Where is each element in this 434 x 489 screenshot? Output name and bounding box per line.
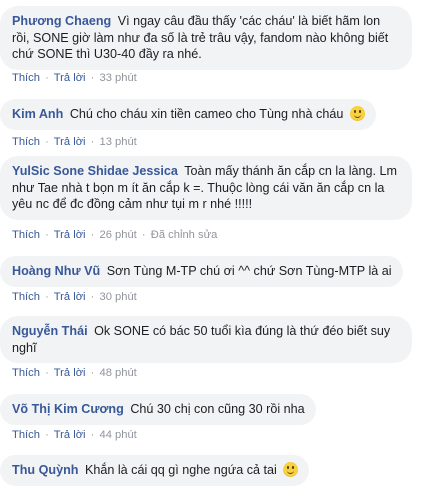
comment-bubble: YulSic Sone Shidae Jessica Toàn mấy thán… — [0, 156, 412, 220]
comment-actions: Thích · Trả lời · 30 phút — [12, 290, 137, 304]
comment-bubble: Võ Thị Kim Cương Chú 30 chị con cũng 30 … — [0, 394, 316, 425]
reply-link[interactable]: Trả lời — [54, 72, 86, 84]
separator: · — [45, 136, 49, 148]
separator: · — [45, 229, 49, 241]
smiling-face-icon — [283, 462, 299, 477]
comment-bubble: Phương Chaeng Vì ngay câu đầu thấy 'các … — [0, 6, 412, 70]
comment-time[interactable]: 13 phút — [99, 136, 136, 148]
comment-author[interactable]: Phương Chaeng — [12, 14, 111, 28]
like-link[interactable]: Thích — [12, 429, 40, 441]
separator: · — [90, 72, 95, 84]
comment-time[interactable]: 48 phút — [99, 367, 136, 379]
separator: · — [90, 367, 95, 379]
reply-link[interactable]: Trả lời — [54, 367, 86, 379]
comment-actions: Thích · Trả lời · 33 phút — [12, 71, 137, 85]
comment-bubble: Hoàng Như Vũ Sơn Tùng M-TP chú ơi ^^ chứ… — [0, 256, 403, 287]
comment-author[interactable]: Nguyễn Thái — [12, 324, 88, 338]
reply-link[interactable]: Trả lời — [54, 291, 86, 303]
comment-author[interactable]: Võ Thị Kim Cương — [12, 402, 124, 416]
comment-author[interactable]: Hoàng Như Vũ — [12, 264, 100, 278]
separator: · — [45, 291, 49, 303]
reply-link[interactable]: Trả lời — [54, 229, 86, 241]
comment-time[interactable]: 26 phút — [99, 229, 136, 241]
comment-bubble: Thu Quỳnh Khắn là cái qq gì nghe ngứa cả… — [0, 455, 310, 486]
comment-time[interactable]: 33 phút — [99, 72, 136, 84]
comment-bubble: Kim Anh Chú cho cháu xin tiền cameo cho … — [0, 99, 376, 130]
like-link[interactable]: Thích — [12, 291, 40, 303]
reply-link[interactable]: Trả lời — [54, 136, 86, 148]
smiling-face-icon — [349, 106, 365, 121]
like-link[interactable]: Thích — [12, 72, 40, 84]
comment-time[interactable]: 30 phút — [99, 291, 136, 303]
separator: · — [45, 429, 49, 441]
comment-text: Sơn Tùng M-TP chú ơi ^^ chứ Sơn Tùng-MTP… — [106, 264, 392, 278]
separator: · — [90, 136, 95, 148]
comment-text: Khắn là cái qq gì nghe ngứa cả tai — [84, 463, 277, 477]
comment-author[interactable]: Thu Quỳnh — [12, 463, 78, 477]
comment-text: Chú 30 chị con cũng 30 rồi nha — [130, 402, 305, 416]
comment-bubble: Nguyễn Thái Ok SONE có bác 50 tuổi kìa đ… — [0, 316, 412, 364]
edited-label[interactable]: Đã chỉnh sửa — [151, 229, 218, 241]
comment-actions: Thích · Trả lời · 48 phút — [12, 366, 137, 380]
comment-text: Chú cho cháu xin tiền cameo cho Tùng nhà… — [69, 107, 344, 121]
separator: · — [141, 229, 146, 241]
separator: · — [45, 367, 49, 379]
comment-time[interactable]: 44 phút — [99, 429, 136, 441]
separator: · — [90, 229, 95, 241]
separator: · — [90, 291, 95, 303]
comment-author[interactable]: YulSic Sone Shidae Jessica — [12, 164, 178, 178]
comment-author[interactable]: Kim Anh — [12, 107, 63, 121]
comment-actions: Thích · Trả lời · 44 phút — [12, 428, 137, 442]
like-link[interactable]: Thích — [12, 229, 40, 241]
like-link[interactable]: Thích — [12, 136, 40, 148]
comment-actions: Thích · Trả lời · 26 phút · Đã chỉnh sửa — [12, 228, 217, 242]
comment-actions: Thích · Trả lời · 13 phút — [12, 135, 137, 149]
separator: · — [90, 429, 95, 441]
like-link[interactable]: Thích — [12, 367, 40, 379]
reply-link[interactable]: Trả lời — [54, 429, 86, 441]
separator: · — [45, 72, 49, 84]
